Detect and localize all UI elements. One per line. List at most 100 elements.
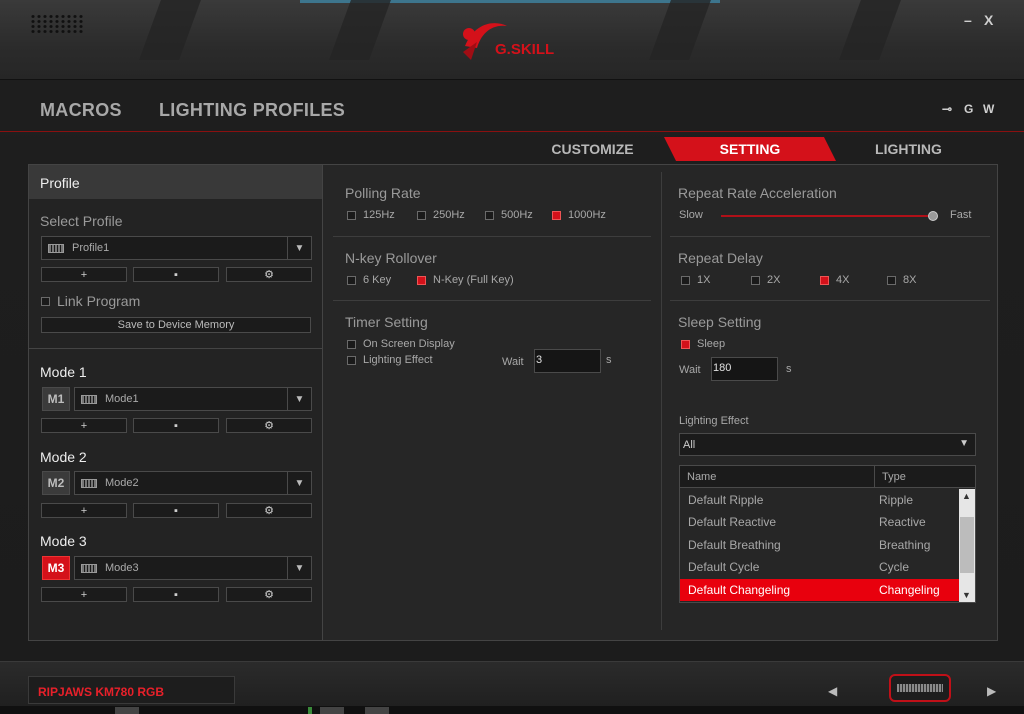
checkbox-box (347, 275, 356, 285)
tab-lighting[interactable]: LIGHTING (836, 137, 981, 161)
column-header-name[interactable]: Name (680, 466, 875, 488)
prev-device-icon[interactable]: ◀ (828, 684, 837, 698)
polling-option-label: 250Hz (433, 209, 465, 221)
checkbox-box (681, 339, 690, 349)
delay-8x-checkbox[interactable]: 8X (887, 274, 916, 286)
on-screen-display-checkbox[interactable]: On Screen Display (347, 338, 455, 350)
mode2-add-button[interactable]: + (41, 503, 127, 518)
tab-setting[interactable]: SETTING (664, 137, 836, 161)
close-button[interactable]: X (984, 12, 993, 28)
nkey-full-checkbox[interactable]: N-Key (Full Key) (417, 274, 514, 286)
device-name: RIPJAWS KM780 RGB (28, 676, 235, 704)
title-bar: G.SKILL – X (0, 0, 1024, 80)
fast-label: Fast (950, 209, 972, 221)
w-icon[interactable]: W (983, 102, 994, 116)
sleep-checkbox[interactable]: Sleep (681, 338, 725, 350)
sleep-label: Sleep (697, 338, 726, 350)
table-row[interactable]: Default Reactive Reactive (680, 511, 959, 533)
repeat-rate-slider-handle[interactable] (928, 211, 938, 221)
polling-250hz-checkbox[interactable]: 250Hz (417, 209, 465, 221)
taskbar-app-icon[interactable] (115, 707, 139, 714)
checkbox-box (751, 275, 760, 285)
scroll-up-icon[interactable]: ▲ (962, 491, 971, 501)
mode3-delete-button[interactable]: ▪ (133, 587, 219, 602)
delay-4x-checkbox[interactable]: 4X (820, 274, 849, 286)
profile-select[interactable]: Profile1 ▼ (41, 236, 312, 260)
sleep-wait-input[interactable]: 180 (711, 357, 778, 381)
delay-option-label: 8X (903, 274, 917, 286)
repeat-rate-title: Repeat Rate Acceleration (678, 185, 837, 201)
mode2-title: Mode 2 (40, 449, 87, 465)
scroll-down-icon[interactable]: ▼ (962, 590, 971, 600)
plug-icon[interactable]: ⊸ (942, 102, 952, 116)
divider (670, 300, 990, 301)
tab-customize[interactable]: CUSTOMIZE (520, 137, 665, 161)
column-header-type[interactable]: Type (875, 466, 975, 488)
delay-1x-checkbox[interactable]: 1X (681, 274, 710, 286)
scrollbar-thumb[interactable] (960, 517, 974, 573)
nav-macros[interactable]: MACROS (40, 100, 122, 121)
delay-2x-checkbox[interactable]: 2X (751, 274, 780, 286)
mode1-settings-button[interactable]: ⚙ (226, 418, 312, 433)
sleep-setting-title: Sleep Setting (678, 314, 762, 330)
timer-wait-input[interactable]: 3 (534, 349, 601, 373)
mode3-add-button[interactable]: + (41, 587, 127, 602)
checkbox-box (347, 339, 356, 349)
row-name: Default Changeling (688, 583, 791, 597)
table-row[interactable]: Default Ripple Ripple (680, 489, 959, 511)
add-profile-button[interactable]: + (41, 267, 127, 282)
mode3-select[interactable]: Mode3 ▼ (74, 556, 312, 580)
checkbox-box (887, 275, 896, 285)
checkbox-box (681, 275, 690, 285)
taskbar-app-icon[interactable] (365, 707, 389, 714)
mode2-select[interactable]: Mode2 ▼ (74, 471, 312, 495)
divider (29, 348, 323, 349)
mode2-badge[interactable]: M2 (42, 471, 70, 495)
repeat-rate-slider[interactable] (721, 215, 931, 217)
nav-lighting-profiles[interactable]: LIGHTING PROFILES (159, 100, 345, 121)
slow-label: Slow (679, 209, 703, 221)
row-name: Default Ripple (688, 493, 764, 507)
profile-select-value: Profile1 (72, 242, 110, 254)
decor-slant (139, 0, 201, 60)
sleep-lighting-effect-label: Lighting Effect (679, 415, 749, 427)
polling-125hz-checkbox[interactable]: 125Hz (347, 209, 395, 221)
mode1-select-value: Mode1 (105, 393, 139, 405)
nkey-6key-checkbox[interactable]: 6 Key (347, 274, 391, 286)
profile-settings-button[interactable]: ⚙ (226, 267, 312, 282)
table-scrollbar[interactable]: ▲ ▼ (959, 489, 975, 602)
mode2-settings-button[interactable]: ⚙ (226, 503, 312, 518)
checkbox-box (417, 275, 426, 285)
polling-option-label: 500Hz (501, 209, 533, 221)
lighting-effect-filter-select[interactable]: All ▼ (679, 433, 976, 456)
minimize-button[interactable]: – (964, 12, 972, 28)
polling-500hz-checkbox[interactable]: 500Hz (485, 209, 533, 221)
g-icon[interactable]: G (964, 102, 973, 116)
mode3-settings-button[interactable]: ⚙ (226, 587, 312, 602)
table-row-selected[interactable]: Default Changeling Changeling (680, 579, 959, 601)
keyboard-icon (81, 563, 97, 573)
mode3-title: Mode 3 (40, 533, 87, 549)
timer-lighting-effect-checkbox[interactable]: Lighting Effect (347, 354, 433, 366)
filter-select-value: All (683, 439, 696, 451)
table-row[interactable]: Default Breathing Breathing (680, 534, 959, 556)
keyboard-device-icon[interactable] (889, 674, 951, 702)
taskbar-app-icon[interactable] (308, 707, 312, 714)
delete-profile-button[interactable]: ▪ (133, 267, 219, 282)
row-name: Default Breathing (688, 538, 781, 552)
mode2-delete-button[interactable]: ▪ (133, 503, 219, 518)
select-profile-label: Select Profile (40, 213, 123, 229)
mode1-add-button[interactable]: + (41, 418, 127, 433)
mode3-badge[interactable]: M3 (42, 556, 70, 580)
table-row[interactable]: Default Cycle Cycle (680, 556, 959, 578)
mode1-delete-button[interactable]: ▪ (133, 418, 219, 433)
next-device-icon[interactable]: ▶ (987, 684, 996, 698)
mode1-badge[interactable]: M1 (42, 387, 70, 411)
taskbar-app-icon[interactable] (320, 707, 344, 714)
link-program-checkbox[interactable]: Link Program (41, 293, 140, 309)
save-to-device-button[interactable]: Save to Device Memory (41, 317, 311, 333)
polling-1000hz-checkbox[interactable]: 1000Hz (552, 209, 606, 221)
chevron-down-icon: ▼ (287, 388, 311, 410)
on-screen-display-label: On Screen Display (363, 338, 455, 350)
mode1-select[interactable]: Mode1 ▼ (74, 387, 312, 411)
